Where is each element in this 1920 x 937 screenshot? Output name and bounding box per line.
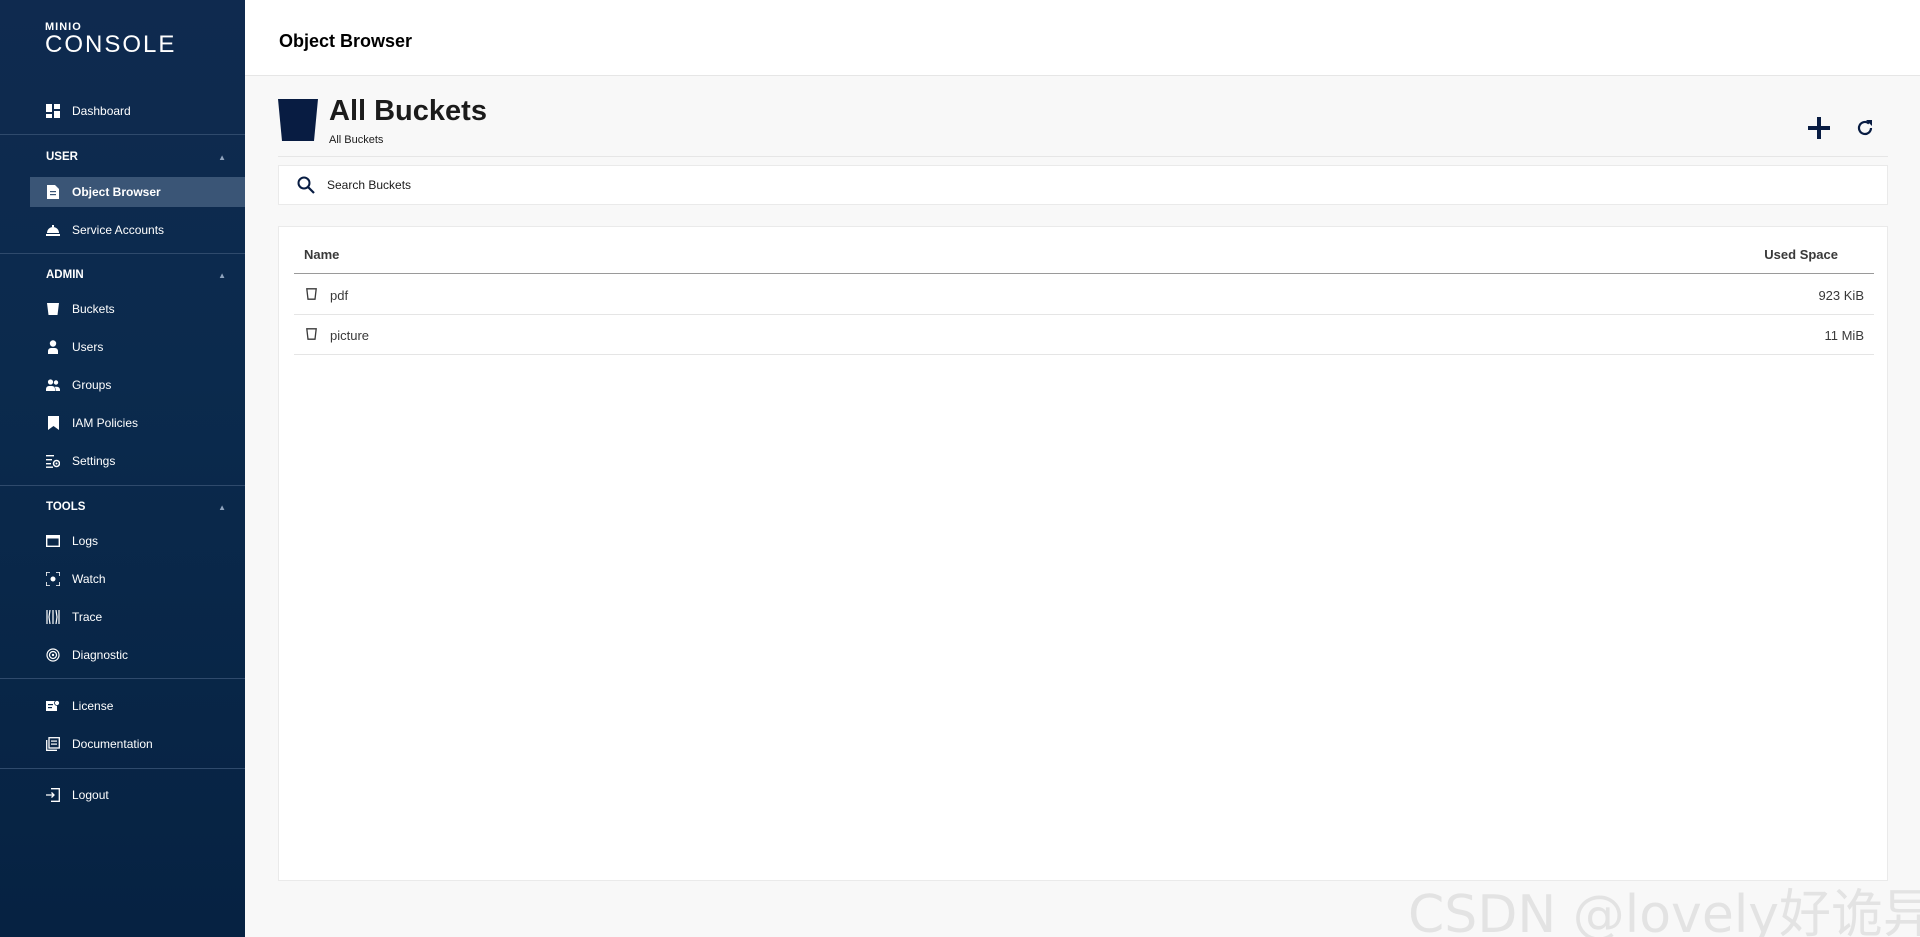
sidebar-item-dashboard[interactable]: Dashboard <box>30 96 245 126</box>
logout-icon <box>46 788 60 802</box>
table-row[interactable]: picture 11 MiB <box>294 315 1874 355</box>
header-title: Object Browser <box>279 31 413 51</box>
sidebar-item-label: License <box>72 699 114 713</box>
table-row[interactable]: pdf 923 KiB <box>294 275 1874 315</box>
dashboard-icon <box>46 104 60 118</box>
sidebar-item-label: Dashboard <box>72 104 131 118</box>
sidebar-item-label: Diagnostic <box>72 648 129 662</box>
sidebar-item-documentation[interactable]: Documentation <box>30 729 245 759</box>
table-header: Name Used Space <box>294 247 1874 274</box>
sidebar-item-trace[interactable]: Trace <box>30 602 245 632</box>
page-header: All Buckets All Buckets <box>278 95 1888 157</box>
sidebar-item-label: Groups <box>72 378 112 392</box>
sidebar-item-logout[interactable]: Logout <box>30 780 245 810</box>
sidebar-item-buckets[interactable]: Buckets <box>30 294 245 324</box>
sidebar-divider <box>0 678 245 679</box>
sidebar-item-logs[interactable]: Logs <box>30 526 245 556</box>
sidebar-item-label: Users <box>72 340 104 354</box>
bucket-name: pdf <box>330 288 349 303</box>
section-user-label: USER <box>46 151 78 163</box>
sidebar-item-settings[interactable]: Settings <box>30 446 245 476</box>
bucket-used-space: 11 MiB <box>1824 328 1865 343</box>
section-admin-label: ADMIN <box>46 269 84 281</box>
bucket-name: picture <box>330 328 370 343</box>
service-bell-icon <box>46 223 60 237</box>
sidebar-item-label: Logs <box>72 534 99 548</box>
sidebar-item-label: Documentation <box>72 737 153 751</box>
sidebar-item-label: Service Accounts <box>72 223 165 237</box>
create-bucket-button[interactable] <box>1804 113 1834 143</box>
top-bar: Object Browser <box>245 0 1920 76</box>
watch-focus-icon <box>46 572 60 586</box>
sidebar-item-label: Watch <box>72 572 106 586</box>
section-user-header[interactable]: USER ▲ <box>46 151 226 163</box>
minio-console-logo[interactable]: MINIO CONSOLE <box>45 22 176 57</box>
bucket-icon <box>306 328 317 343</box>
trace-icon <box>46 610 60 624</box>
document-icon <box>46 185 60 199</box>
section-admin-header[interactable]: ADMIN ▲ <box>46 269 226 281</box>
sidebar-item-iam-policies[interactable]: IAM Policies <box>30 408 245 438</box>
sidebar-divider <box>0 253 245 254</box>
sidebar-divider <box>0 485 245 486</box>
column-header-name[interactable]: Name <box>304 247 339 262</box>
bucket-used-space: 923 KiB <box>1818 288 1864 303</box>
logo-big-text: CONSOLE <box>45 31 177 58</box>
breadcrumb[interactable]: All Buckets <box>329 134 383 146</box>
sidebar-item-label: Buckets <box>72 302 115 316</box>
sidebar-item-diagnostic[interactable]: Diagnostic <box>30 640 245 670</box>
search-icon <box>297 176 315 194</box>
sidebar-item-label: Object Browser <box>72 185 161 199</box>
bucket-icon <box>306 288 317 303</box>
bookmark-icon <box>46 416 60 430</box>
sidebar-item-label: Logout <box>72 788 109 802</box>
plus-icon <box>1808 117 1830 139</box>
groups-icon <box>46 378 60 392</box>
search-input[interactable] <box>327 178 1827 192</box>
bucket-icon <box>278 99 318 146</box>
diagnostic-icon <box>46 648 60 662</box>
refresh-icon <box>1857 120 1873 136</box>
section-tools-label: TOOLS <box>46 501 86 513</box>
sidebar-item-groups[interactable]: Groups <box>30 370 245 400</box>
search-bar <box>278 165 1888 205</box>
collapse-caret-icon: ▲ <box>218 270 226 280</box>
sidebar-item-users[interactable]: Users <box>30 332 245 362</box>
sidebar-divider <box>0 768 245 769</box>
sidebar-item-license[interactable]: License <box>30 691 245 721</box>
user-icon <box>46 340 60 354</box>
sidebar-item-watch[interactable]: Watch <box>30 564 245 594</box>
sidebar-item-service-accounts[interactable]: Service Accounts <box>30 215 245 245</box>
settings-icon <box>46 454 60 468</box>
watermark: CSDN @lovely好诡异 <box>1408 885 1920 937</box>
sidebar-item-label: IAM Policies <box>72 416 139 430</box>
collapse-caret-icon: ▲ <box>218 502 226 512</box>
collapse-caret-icon: ▲ <box>218 152 226 162</box>
logs-window-icon <box>46 534 60 548</box>
refresh-button[interactable] <box>1850 113 1880 143</box>
sidebar-divider <box>0 134 245 135</box>
buckets-table-panel: Name Used Space pdf 923 KiB picture 11 M… <box>278 226 1888 881</box>
sidebar: MINIO CONSOLE Dashboard USER ▲ Object Br… <box>0 0 245 937</box>
documentation-icon <box>46 737 60 751</box>
sidebar-item-label: Trace <box>72 610 103 624</box>
sidebar-item-label: Settings <box>72 454 116 468</box>
section-tools-header[interactable]: TOOLS ▲ <box>46 501 226 513</box>
bucket-icon <box>46 302 60 316</box>
page-title: All Buckets <box>329 95 487 127</box>
sidebar-item-object-browser[interactable]: Object Browser <box>30 177 245 207</box>
column-header-used-space[interactable]: Used Space <box>1764 247 1838 262</box>
license-icon <box>46 699 60 713</box>
